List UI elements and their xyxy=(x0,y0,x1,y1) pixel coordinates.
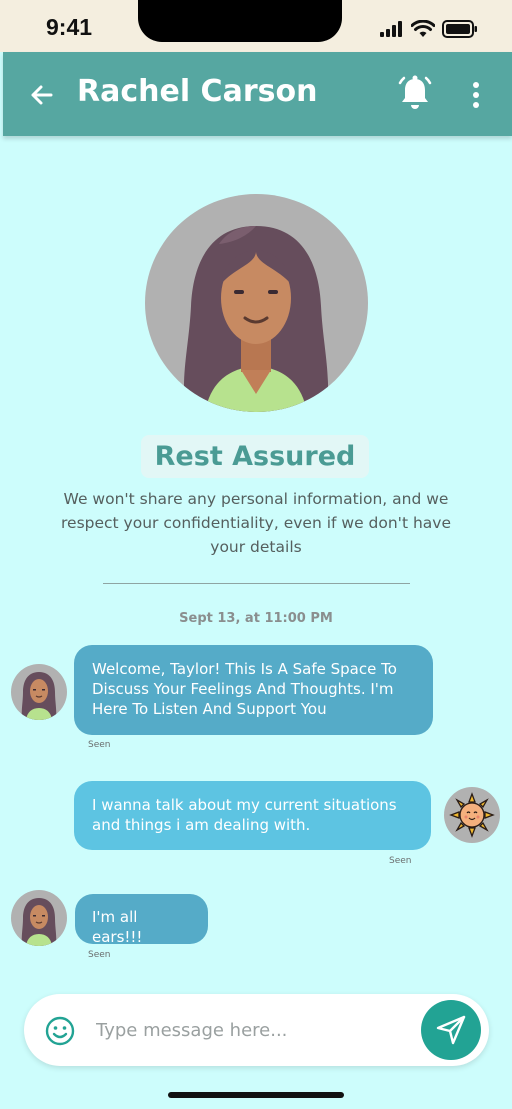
notifications-button[interactable] xyxy=(397,74,433,112)
message-text: Welcome, Taylor! This Is A Safe Space To… xyxy=(92,660,397,718)
intro-description: We won't share any personal information,… xyxy=(61,490,451,556)
contact-name: Rachel Carson xyxy=(77,74,318,109)
wifi-icon xyxy=(411,20,435,37)
message-status: Seen xyxy=(88,950,111,960)
contact-avatar xyxy=(11,890,67,946)
bell-icon xyxy=(398,75,432,109)
message-text: I wanna talk about my current situations… xyxy=(92,796,397,834)
send-button[interactable] xyxy=(421,1000,481,1060)
more-options-button[interactable] xyxy=(469,78,483,112)
message-bubble-incoming: Welcome, Taylor! This Is A Safe Space To… xyxy=(74,645,433,735)
notch xyxy=(138,0,342,42)
message-bubble-incoming: I'm all ears!!! xyxy=(75,894,208,946)
send-icon xyxy=(436,1015,466,1045)
contact-avatar-large xyxy=(145,194,368,412)
user-avatar xyxy=(444,787,500,843)
message-text: I'm all ears!!! xyxy=(92,908,143,946)
battery-icon xyxy=(442,20,477,38)
more-vertical-icon xyxy=(473,82,479,108)
signal-icon xyxy=(380,21,402,37)
back-button[interactable] xyxy=(27,80,57,110)
message-composer xyxy=(24,994,489,1066)
message-bubble-outgoing: I wanna talk about my current situations… xyxy=(74,781,431,850)
chat-header: Rachel Carson xyxy=(3,52,512,136)
message-status: Seen xyxy=(389,856,412,866)
message-input[interactable] xyxy=(96,1012,406,1048)
back-arrow-icon xyxy=(31,85,53,105)
message-status: Seen xyxy=(88,740,111,750)
chat-date: Sept 13, at 11:00 PM xyxy=(179,611,333,626)
emoji-icon xyxy=(45,1016,75,1046)
home-indicator xyxy=(168,1092,344,1098)
status-bar: 9:41 xyxy=(0,0,512,52)
status-time: 9:41 xyxy=(46,14,93,40)
status-icons xyxy=(380,20,478,38)
intro-title-box: Rest Assured xyxy=(141,435,369,478)
emoji-button[interactable] xyxy=(44,1015,76,1047)
intro-title: Rest Assured xyxy=(154,441,356,472)
contact-avatar xyxy=(11,664,67,720)
divider xyxy=(103,583,410,584)
